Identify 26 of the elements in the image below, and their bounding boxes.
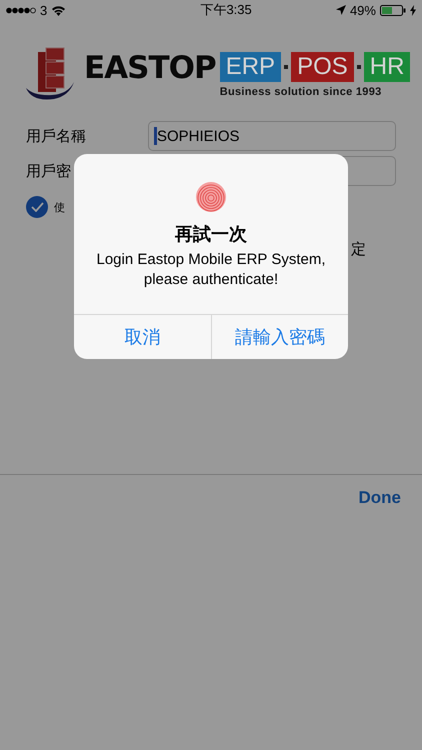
field-label: 用戶密 — [26, 162, 72, 180]
option-label: 定 — [351, 240, 366, 259]
checkbox-label: 使 — [54, 200, 65, 214]
done-button[interactable]: Done — [358, 488, 401, 508]
wifi-icon — [51, 4, 66, 16]
charging-bolt-icon — [410, 4, 416, 16]
checkbox[interactable] — [26, 196, 48, 218]
alert-title: 再試一次 — [175, 223, 247, 246]
fingerprint-icon — [196, 182, 226, 212]
brand-name: EASTOP — [84, 50, 216, 86]
alert-message: Login Eastop Mobile ERP System, please authenticate! — [95, 250, 326, 290]
checkmark-icon — [30, 202, 44, 212]
module-tag: ERP — [220, 52, 282, 82]
alert-button[interactable]: 取消 — [74, 315, 210, 359]
username-field[interactable]: SOPHIEIOS — [148, 121, 396, 151]
clock: 下午3:35 — [200, 1, 252, 19]
field-label: 用戶名稱 — [26, 126, 87, 146]
battery-icon — [380, 4, 406, 16]
carrier-label: 3 — [40, 2, 48, 18]
signal-icon — [6, 6, 36, 14]
tagline: Business solution since 1993 — [220, 86, 383, 98]
module-tag: POS — [291, 52, 354, 82]
location-arrow-icon — [336, 5, 346, 15]
alert-button[interactable]: 請輸入密碼 — [210, 315, 348, 359]
battery-percent: 49% — [350, 2, 376, 18]
module-tag: HR — [364, 52, 410, 82]
